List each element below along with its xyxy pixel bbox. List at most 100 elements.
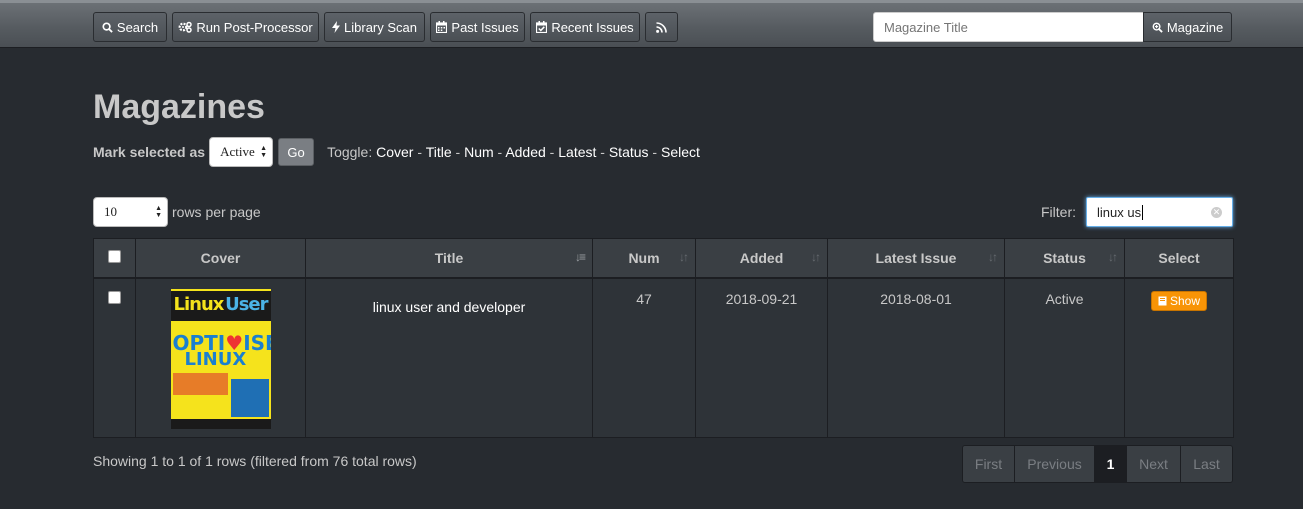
column-header-status[interactable]: Status ↓↑ xyxy=(1004,238,1125,279)
past-issues-button[interactable]: Past Issues xyxy=(430,12,525,42)
column-header-latest-issue[interactable]: Latest Issue ↓↑ xyxy=(827,238,1005,279)
pager-last[interactable]: Last xyxy=(1181,446,1232,482)
magazine-title-input[interactable] xyxy=(873,12,1144,42)
show-button-label: Show xyxy=(1169,293,1201,308)
filter-value: linux us xyxy=(1097,204,1142,220)
sort-asc-icon[interactable]: ↓≡ xyxy=(575,250,586,264)
search-button-label: Search xyxy=(116,19,159,35)
go-button[interactable]: Go xyxy=(278,138,315,166)
page-title: Magazines xyxy=(93,88,265,126)
cover-blue-block xyxy=(230,378,269,417)
clear-icon[interactable]: ✕ xyxy=(1211,207,1222,218)
toggle-separator: - xyxy=(451,144,465,160)
calendar-icon xyxy=(436,21,448,33)
showing-rows-text: Showing 1 to 1 of 1 rows (filtered from … xyxy=(93,453,417,469)
pager-first[interactable]: First xyxy=(963,446,1015,482)
cover-header-label: Cover xyxy=(200,249,241,266)
mark-selected-label: Mark selected as xyxy=(93,144,206,160)
table-row: LinuxUser OPTI♥ISE LINUX linux user and … xyxy=(93,277,1234,438)
pager-next[interactable]: Next xyxy=(1127,446,1181,482)
num-header-label: Num xyxy=(628,249,660,266)
sort-icon[interactable]: ↓↑ xyxy=(1108,250,1118,264)
search-icon xyxy=(102,21,113,33)
select-cell: Show xyxy=(1124,277,1234,438)
row-checkbox[interactable] xyxy=(108,290,121,304)
column-header-title[interactable]: Title ↓≡ xyxy=(305,238,593,279)
cover-orange-block xyxy=(172,372,228,395)
added-header-label: Added xyxy=(739,249,784,266)
recent-issues-button[interactable]: Recent Issues xyxy=(530,12,640,42)
cover-footer xyxy=(170,418,271,429)
latest-issue-cell: 2018-08-01 xyxy=(827,277,1005,438)
rows-per-page-select[interactable]: 10 ▲ ▼ xyxy=(93,197,168,227)
pager-previous[interactable]: Previous xyxy=(1015,446,1095,482)
cover-cell: LinuxUser OPTI♥ISE LINUX xyxy=(135,277,306,438)
toggle-cover[interactable]: Cover xyxy=(376,144,413,160)
magazines-table: Cover Title ↓≡ Num ↓↑ Added ↓↑ Latest Issue… xyxy=(93,238,1234,438)
column-header-num[interactable]: Num ↓↑ xyxy=(592,238,696,279)
magazine-search-label: Magazine xyxy=(1166,19,1224,35)
title-header-label: Title xyxy=(434,249,464,266)
show-button[interactable]: Show xyxy=(1150,290,1208,311)
num-cell: 47 xyxy=(592,277,696,438)
mark-status-value: Active xyxy=(220,144,255,159)
sort-icon[interactable]: ↓↑ xyxy=(811,250,821,264)
toggle-added[interactable]: Added xyxy=(505,144,545,160)
toggle-select[interactable]: Select xyxy=(661,144,700,160)
past-issues-label: Past Issues xyxy=(451,19,519,35)
latest-issue-header-label: Latest Issue xyxy=(875,249,957,266)
cover-mast-right: User xyxy=(225,293,268,315)
column-toggle: Toggle: Cover - Title - Num - Added - La… xyxy=(327,144,700,160)
toggle-separator: - xyxy=(493,144,506,160)
select-arrows-icon: ▲ ▼ xyxy=(155,204,162,219)
sort-icon[interactable]: ↓↑ xyxy=(988,250,998,264)
toggle-title[interactable]: Title xyxy=(426,144,452,160)
column-header-select: Select xyxy=(1124,238,1234,279)
status-cell: Active xyxy=(1004,277,1125,438)
title-cell[interactable]: linux user and developer xyxy=(305,277,593,438)
toggle-latest[interactable]: Latest xyxy=(558,144,596,160)
book-icon xyxy=(1158,296,1167,305)
filter-row: Filter: linux us ✕ xyxy=(1041,197,1233,227)
column-header-added[interactable]: Added ↓↑ xyxy=(695,238,828,279)
run-post-processor-button[interactable]: Run Post-Processor xyxy=(172,12,319,42)
library-scan-button[interactable]: Library Scan xyxy=(324,12,425,42)
sort-icon[interactable]: ↓↑ xyxy=(679,250,689,264)
mark-status-select[interactable]: Active ▲ ▼ xyxy=(209,137,274,167)
rss-icon xyxy=(656,21,667,33)
select-arrows-icon: ▲ ▼ xyxy=(260,144,268,159)
toggle-separator: - xyxy=(413,144,426,160)
toggle-status[interactable]: Status xyxy=(609,144,649,160)
rows-per-page-row: 10 ▲ ▼ rows per page xyxy=(93,197,261,227)
status-header-label: Status xyxy=(1043,249,1086,266)
top-navbar: Search Run Post-Processor Library Scan P… xyxy=(0,0,1303,48)
select-all-header xyxy=(93,238,136,279)
cover-headline-2: ISE xyxy=(243,330,270,355)
toggle-num[interactable]: Num xyxy=(464,144,494,160)
filter-label: Filter: xyxy=(1041,204,1076,220)
cover-subheadline: LINUX xyxy=(184,348,247,370)
select-all-checkbox[interactable] xyxy=(108,249,121,263)
toggle-label: Toggle: xyxy=(327,144,373,160)
rss-button[interactable] xyxy=(645,12,678,42)
magazine-cover-image[interactable]: LinuxUser OPTI♥ISE LINUX xyxy=(170,288,271,429)
column-header-cover: Cover xyxy=(135,238,306,279)
rows-per-page-value: 10 xyxy=(104,204,117,219)
filter-input[interactable]: linux us ✕ xyxy=(1086,197,1233,227)
pagination: First Previous 1 Next Last xyxy=(962,445,1233,483)
cover-masthead: Linux User xyxy=(170,290,271,321)
mark-selected-row: Mark selected as Active ▲ ▼ Go Toggle: Co… xyxy=(93,137,700,167)
row-checkbox-cell xyxy=(93,277,136,438)
toggle-separator: - xyxy=(545,144,559,160)
bolt-icon xyxy=(332,21,341,33)
zoom-in-icon xyxy=(1152,22,1163,33)
search-button[interactable]: Search xyxy=(93,12,167,42)
table-header-row: Cover Title ↓≡ Num ↓↑ Added ↓↑ Latest Issue… xyxy=(93,238,1234,279)
pager-page-1[interactable]: 1 xyxy=(1095,446,1127,482)
magazine-search-button[interactable]: Magazine xyxy=(1143,12,1232,42)
cover-mast-left: Linux xyxy=(173,293,225,315)
text-caret xyxy=(1142,204,1144,220)
added-cell: 2018-09-21 xyxy=(695,277,828,438)
gears-icon xyxy=(178,21,193,33)
calendar-check-icon xyxy=(536,21,548,33)
